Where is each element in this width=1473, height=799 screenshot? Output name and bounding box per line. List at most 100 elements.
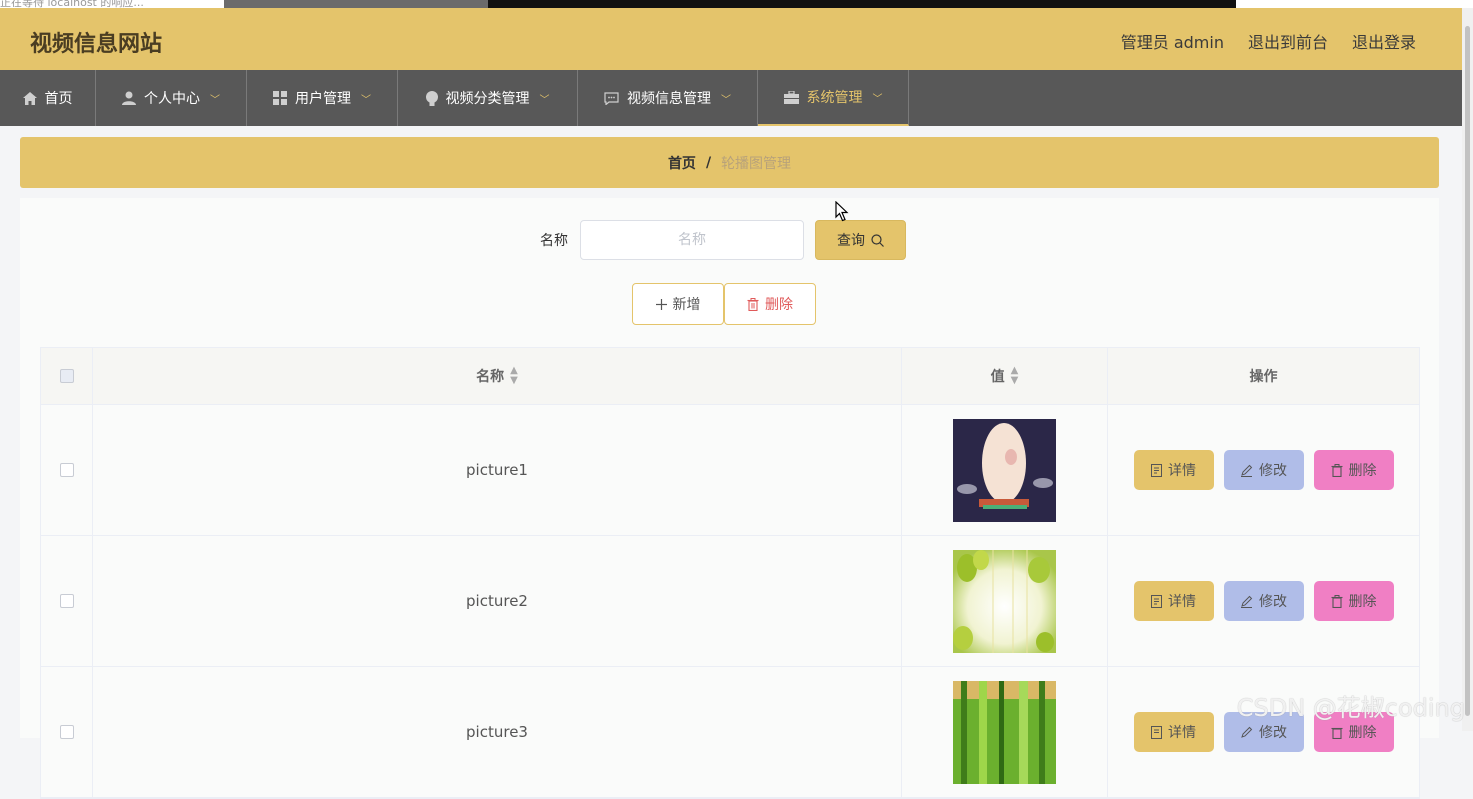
column-header-operations-label: 操作	[1249, 369, 1278, 385]
chevron-down-icon: ﹀	[539, 94, 550, 106]
action-buttons: 新增 删除	[632, 283, 816, 325]
row-checkbox-cell	[41, 667, 93, 797]
main-nav: 首页 个人中心 ﹀ 用户管理 ﹀ 视频分类管理 ﹀ 视频信息管理 ﹀ 系统管理 …	[0, 70, 1462, 126]
row-name: picture3	[466, 723, 528, 741]
query-button[interactable]: 查询	[815, 220, 906, 260]
detail-button[interactable]: 详情	[1133, 581, 1214, 621]
site-title: 视频信息网站	[30, 32, 163, 57]
message-icon	[604, 91, 619, 105]
trash-icon	[1331, 463, 1342, 477]
browser-top-strip: 正在等待 localhost 的响应...	[0, 0, 1473, 9]
operations-cell: 详情 修改 删除	[1108, 667, 1419, 797]
row-checkbox[interactable]	[59, 594, 74, 608]
page-scrollbar[interactable]	[1462, 8, 1473, 731]
admin-label[interactable]: 管理员 admin	[1121, 29, 1224, 53]
plus-icon	[655, 298, 667, 310]
site-header: 视频信息网站 管理员 admin 退出到前台 退出登录	[0, 8, 1462, 70]
detail-button[interactable]: 详情	[1133, 712, 1214, 752]
column-header-name[interactable]: 名称 ▲ ▼	[93, 348, 902, 404]
table-header: 名称 ▲ ▼ 值 ▲ ▼ 操作	[41, 348, 1419, 405]
column-header-value[interactable]: 值 ▲ ▼	[902, 348, 1108, 404]
value-cell	[902, 405, 1108, 535]
header-links: 管理员 admin 退出到前台 退出登录	[1121, 29, 1416, 53]
select-all-checkbox[interactable]	[59, 369, 74, 383]
nav-item-system[interactable]: 系统管理 ﹀	[758, 70, 909, 126]
nav-item-profile[interactable]: 个人中心 ﹀	[96, 70, 247, 126]
nav-label-users: 用户管理	[295, 91, 351, 107]
logout-link[interactable]: 退出登录	[1352, 29, 1416, 53]
value-cell	[902, 667, 1108, 797]
row-name: picture1	[466, 461, 528, 479]
green-leaves-thumbnail[interactable]	[953, 549, 1056, 653]
delete-label: 删除	[1348, 463, 1377, 479]
row-checkbox-cell	[41, 536, 93, 666]
sort-icon[interactable]: ▲ ▼	[510, 366, 518, 386]
nav-item-users[interactable]: 用户管理 ﹀	[247, 70, 398, 126]
detail-button[interactable]: 详情	[1133, 450, 1214, 490]
detail-label: 详情	[1168, 594, 1196, 610]
bamboo-thumbnail[interactable]	[953, 680, 1056, 784]
table-row: picture1 详情 修改 删除	[41, 405, 1419, 536]
chevron-down-icon: ﹀	[721, 94, 731, 106]
nav-item-video-info[interactable]: 视频信息管理 ﹀	[578, 70, 758, 126]
row-checkbox[interactable]	[59, 463, 74, 477]
nav-label-video-info: 视频信息管理	[627, 91, 711, 107]
data-table: 名称 ▲ ▼ 值 ▲ ▼ 操作 picture1 详情 修改 删除 pictur…	[40, 347, 1420, 799]
row-checkbox[interactable]	[59, 725, 74, 739]
name-cell: picture3	[93, 667, 902, 797]
breadcrumb: 首页 / 轮播图管理	[20, 137, 1439, 188]
moon-scene-thumbnail[interactable]	[953, 418, 1056, 522]
delete-button[interactable]: 删除	[1313, 581, 1394, 621]
detail-label: 详情	[1168, 725, 1196, 741]
add-button[interactable]: 新增	[632, 283, 724, 325]
document-icon	[1151, 594, 1162, 608]
table-row: picture2 详情 修改 删除	[41, 536, 1419, 667]
batch-delete-label: 删除	[765, 297, 793, 313]
chevron-down-icon: ﹀	[361, 94, 371, 106]
edit-label: 修改	[1259, 725, 1287, 741]
sort-icon[interactable]: ▲ ▼	[1011, 366, 1019, 386]
table-row: picture3 详情 修改 删除	[41, 667, 1419, 798]
header-checkbox-cell	[41, 348, 93, 404]
nav-item-video-category[interactable]: 视频分类管理 ﹀	[398, 70, 578, 126]
front-page-link[interactable]: 退出到前台	[1248, 29, 1328, 53]
column-header-name-label: 名称	[476, 369, 505, 385]
scrollbar-thumb[interactable]	[1465, 26, 1470, 716]
trash-icon	[1331, 727, 1342, 739]
grid-icon	[273, 91, 287, 105]
name-cell: picture1	[93, 405, 902, 535]
pencil-icon	[1241, 595, 1253, 608]
delete-label: 删除	[1348, 594, 1377, 610]
column-header-operations: 操作	[1108, 348, 1419, 404]
name-cell: picture2	[93, 536, 902, 666]
breadcrumb-home[interactable]: 首页	[668, 153, 696, 173]
search-input[interactable]	[580, 220, 804, 260]
edit-button[interactable]: 修改	[1223, 450, 1304, 490]
query-button-label: 查询	[837, 233, 865, 249]
edit-label: 修改	[1259, 594, 1287, 610]
breadcrumb-current: 轮播图管理	[721, 155, 792, 172]
search-icon	[871, 233, 884, 247]
csdn-watermark: CSDN @花椒coding	[1236, 694, 1465, 722]
edit-button[interactable]: 修改	[1223, 581, 1304, 621]
search-label: 名称	[540, 233, 568, 249]
row-name: picture2	[466, 592, 528, 610]
mouse-cursor-icon	[835, 201, 849, 222]
edit-label: 修改	[1259, 463, 1287, 479]
nav-label-profile: 个人中心	[144, 91, 200, 107]
delete-label: 删除	[1348, 725, 1377, 741]
chevron-down-icon: ﹀	[872, 93, 883, 105]
operations-cell: 详情 修改 删除	[1108, 536, 1419, 666]
video-preview-strip-dark	[488, 0, 1236, 8]
nav-label-video-category: 视频分类管理	[445, 91, 530, 107]
nav-item-home[interactable]: 首页	[0, 70, 96, 126]
home-icon	[22, 91, 37, 105]
delete-button[interactable]: 删除	[1313, 450, 1394, 490]
document-icon	[1151, 725, 1162, 739]
user-icon	[122, 91, 136, 105]
document-icon	[1151, 463, 1162, 477]
batch-delete-button[interactable]: 删除	[724, 283, 816, 325]
nav-label-home: 首页	[44, 91, 73, 107]
pencil-icon	[1241, 464, 1253, 477]
video-preview-strip	[224, 0, 488, 8]
